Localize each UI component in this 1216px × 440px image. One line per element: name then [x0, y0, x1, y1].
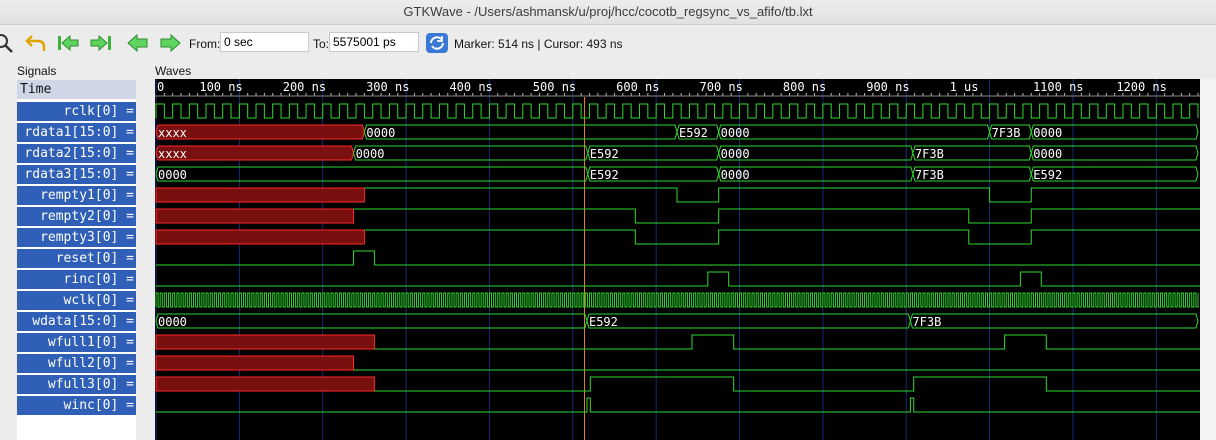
bus-value-label: E592 [1033, 168, 1062, 182]
signal-row[interactable]: rempty2[0] = [17, 207, 136, 226]
clock-wave [155, 292, 1199, 308]
signal-row[interactable]: rclk[0] = [17, 102, 136, 121]
bus-value-label: 0000 [356, 147, 385, 161]
undefined-region [155, 229, 365, 245]
bus-value-label: E592 [590, 168, 619, 182]
signal-row[interactable]: wdata[15:0] = [17, 312, 136, 331]
wave-view[interactable]: 0 100 ns 200 ns 300 ns 400 ns 500 ns 600 ns 700… [155, 79, 1200, 440]
signal-row[interactable]: rempty1[0] = [17, 186, 136, 205]
bus-value-label: 0000 [1033, 126, 1062, 140]
first-icon[interactable] [56, 32, 80, 54]
bus-value-label: xxxx [158, 147, 187, 161]
bus-segment [909, 313, 1199, 329]
signal-row[interactable]: winc[0] = [17, 396, 136, 415]
to-input[interactable] [329, 32, 419, 52]
bit-wave [156, 397, 1200, 413]
bus-segment [155, 124, 365, 140]
signals-pane-label: Signals [17, 64, 57, 78]
signal-row[interactable]: rdata2[15:0] = [17, 144, 136, 163]
signal-row[interactable]: rdata3[15:0] = [17, 165, 136, 184]
bus-segment [586, 313, 911, 329]
bus-value-label: 0000 [721, 126, 750, 140]
bus-value-label: 7F3B [992, 126, 1021, 140]
last-icon[interactable] [89, 32, 113, 54]
time-header: Time [17, 80, 136, 99]
time-tick-label: 0 [157, 80, 164, 94]
signal-row[interactable]: wfull1[0] = [17, 333, 136, 352]
from-input[interactable] [220, 32, 309, 52]
time-tick-label: 1200 ns [1116, 80, 1167, 94]
bus-value-label: 0000 [721, 168, 750, 182]
undefined-region [155, 334, 375, 350]
bus-value-label: 0000 [158, 168, 187, 182]
time-tick-label: 800 ns [783, 80, 826, 94]
pane-divider[interactable] [140, 80, 154, 440]
signal-row[interactable]: rdata1[15:0] = [17, 123, 136, 142]
bus-value-label: 7F3B [915, 147, 944, 161]
to-label: To: [313, 37, 330, 51]
time-tick-label: 900 ns [866, 80, 909, 94]
marker-cursor-status: Marker: 514 ns | Cursor: 493 ns [454, 37, 623, 51]
undefined-region [155, 208, 355, 224]
from-label: From: [189, 37, 221, 51]
bus-value-label: 7F3B [915, 168, 944, 182]
time-tick-label: 200 ns [283, 80, 326, 94]
signal-row[interactable]: rempty3[0] = [17, 228, 136, 247]
toolbar: From: To: Marker: 514 ns | Cursor: 493 n… [0, 25, 1216, 63]
bit-wave [156, 271, 1200, 287]
bus-value-label: E592 [589, 315, 618, 329]
time-tick-label: 100 ns [199, 80, 242, 94]
bus-segment [718, 124, 991, 140]
undefined-region [155, 355, 355, 371]
time-tick-label: 1 us [950, 80, 979, 94]
time-tick-label: 400 ns [449, 80, 492, 94]
undefined-region [155, 187, 365, 203]
bus-value-label: 0000 [721, 147, 750, 161]
time-tick-label: 300 ns [366, 80, 409, 94]
bus-value-label: E592 [590, 147, 619, 161]
time-tick-label: 500 ns [533, 80, 576, 94]
signal-list: Time rclk[0] = rdata1[15:0] = rdata2[15:0]… [17, 80, 136, 440]
zoom-icon[interactable] [0, 32, 16, 54]
bit-wave [374, 334, 1200, 350]
bus-segment [353, 145, 589, 161]
right-arrow-icon[interactable] [158, 32, 182, 54]
signal-row[interactable]: rinc[0] = [17, 270, 136, 289]
bus-segment [155, 313, 588, 329]
vertical-scrollbar[interactable] [1200, 79, 1216, 440]
waves-pane-label: Waves [155, 64, 192, 78]
window-title: GTKWave - /Users/ashmansk/u/proj/hcc/coc… [0, 0, 1216, 25]
bus-value-label: 7F3B [912, 315, 941, 329]
time-tick-label: 1100 ns [1033, 80, 1084, 94]
bus-value-label: 0000 [158, 315, 187, 329]
signal-row[interactable]: wclk[0] = [17, 291, 136, 310]
bus-value-label: 0000 [1033, 147, 1062, 161]
bus-value-label: 0000 [366, 126, 395, 140]
time-tick-label: 700 ns [700, 80, 743, 94]
bus-segment [155, 166, 589, 182]
undefined-region [155, 376, 375, 392]
waveform-canvas[interactable]: 0 100 ns 200 ns 300 ns 400 ns 500 ns 600 ns 700… [155, 79, 1200, 440]
clock-wave [155, 103, 1199, 119]
bus-segment [363, 124, 678, 140]
bit-wave [374, 376, 1200, 392]
signal-row[interactable]: wfull2[0] = [17, 354, 136, 373]
left-arrow-icon[interactable] [126, 32, 150, 54]
signal-row[interactable]: reset[0] = [17, 249, 136, 268]
time-tick-label: 600 ns [616, 80, 659, 94]
bus-value-label: E592 [679, 126, 708, 140]
undo-icon[interactable] [24, 32, 48, 54]
bit-wave [156, 250, 1200, 266]
signal-row[interactable]: wfull3[0] = [17, 375, 136, 394]
bus-value-label: xxxx [158, 126, 187, 140]
reload-icon[interactable] [425, 32, 449, 54]
